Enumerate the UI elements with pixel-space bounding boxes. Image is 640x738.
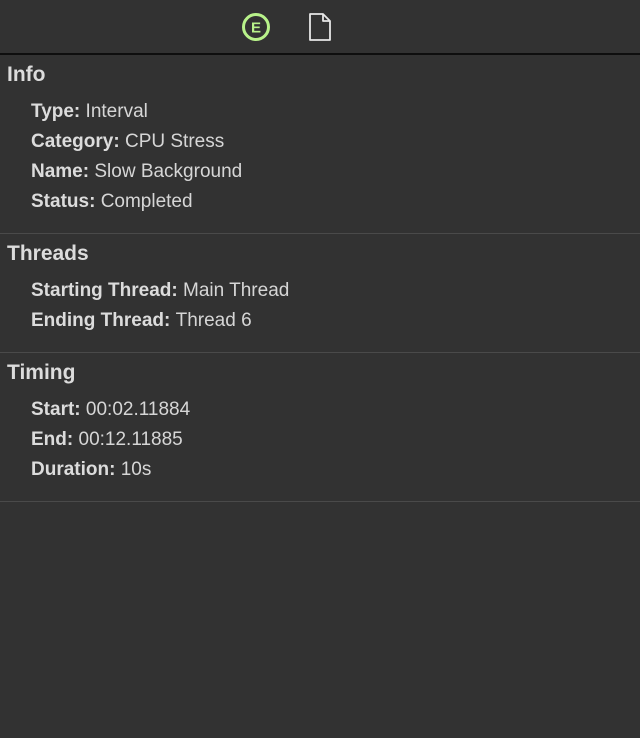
event-details-button[interactable]: E [239,10,273,44]
timing-key: End: [31,429,79,450]
threads-row-starting: Starting Thread: Main Thread [0,276,640,306]
info-row-name: Name: Slow Background [0,157,640,187]
threads-value: Main Thread [183,280,290,301]
section-title-threads: Threads [7,242,89,265]
timing-section: Timing Start: 00:02.11884 End: 00:12.118… [0,353,640,502]
info-value: CPU Stress [124,131,225,152]
threads-key: Ending Thread: [31,310,176,331]
timing-key: Duration: [31,459,121,480]
event-icon: E [242,12,270,41]
info-row-type: Type: Interval [0,97,640,127]
info-value: Slow Background [94,161,243,182]
info-key: Type: [31,101,86,122]
timing-value: 00:12.11885 [78,429,183,450]
info-key: Status: [31,191,101,212]
timing-key: Start: [31,399,86,420]
event-icon-letter: E [251,19,261,36]
section-title-info: Info [7,63,46,86]
timing-value: 00:02.11884 [85,399,191,420]
inspector-toolbar: E [0,0,640,55]
info-key: Category: [31,131,125,152]
timing-row-start: Start: 00:02.11884 [0,395,640,425]
threads-key: Starting Thread: [31,280,184,301]
info-row-category: Category: CPU Stress [0,127,640,157]
info-value: Completed [100,191,193,212]
section-title-timing: Timing [7,361,76,384]
info-row-status: Status: Completed [0,187,640,217]
threads-row-ending: Ending Thread: Thread 6 [0,306,640,336]
document-icon [309,12,331,41]
threads-section: Threads Starting Thread: Main Thread End… [0,234,640,353]
timing-row-duration: Duration: 10s [0,455,640,485]
info-section: Info Type: Interval Category: CPU Stress… [0,55,640,234]
document-button[interactable] [303,10,337,44]
timing-value: 10s [120,459,152,480]
threads-value: Thread 6 [175,310,252,331]
timing-row-end: End: 00:12.11885 [0,425,640,455]
info-value: Interval [85,101,148,122]
info-key: Name: [31,161,95,182]
